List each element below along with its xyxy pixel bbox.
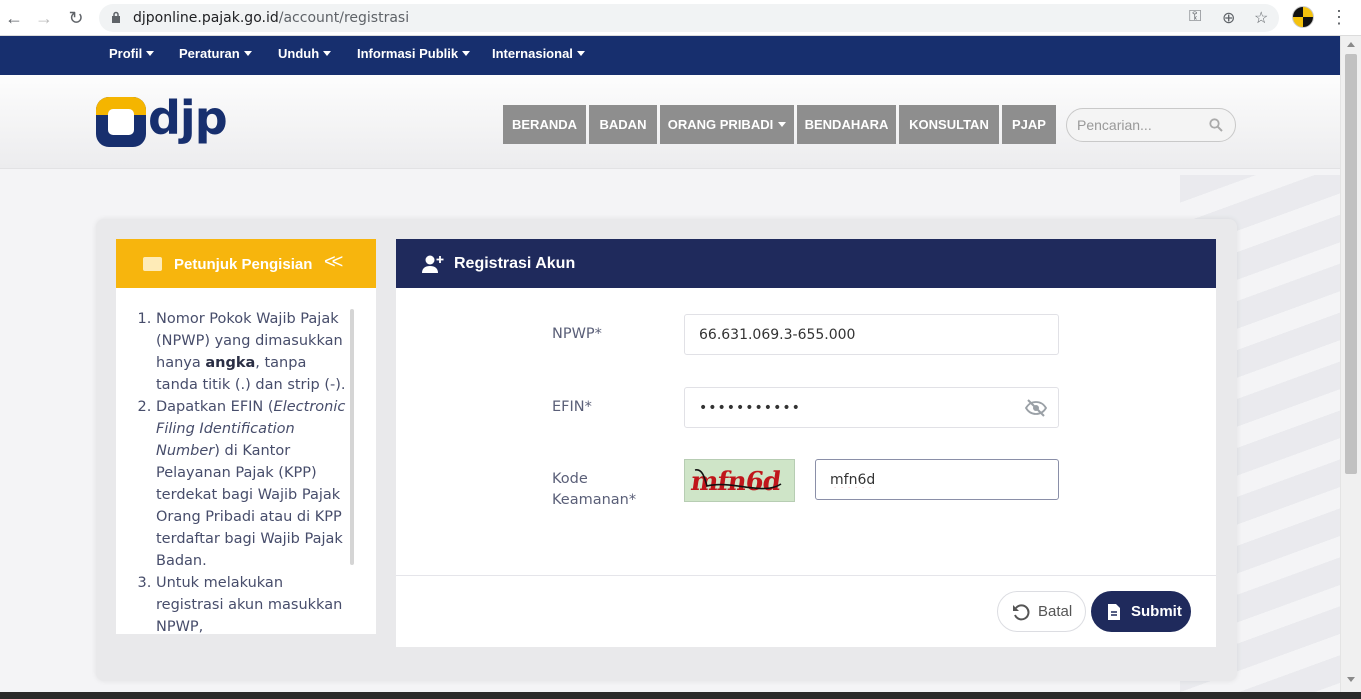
search-input[interactable]	[1077, 115, 1202, 135]
search-icon[interactable]	[1209, 118, 1223, 132]
menu-beranda[interactable]: BERANDA	[503, 105, 586, 144]
eye-slash-icon[interactable]	[1025, 399, 1047, 417]
top-navigation: Profil Peraturan Unduh Informasi Publik …	[0, 36, 1340, 75]
npwp-field	[684, 314, 1059, 355]
lock-icon	[112, 11, 120, 23]
kode-label-line-1: Kode	[552, 471, 588, 487]
search-box	[1066, 108, 1236, 142]
menu-bendahara[interactable]: BENDAHARA	[797, 105, 896, 144]
book-icon	[143, 257, 162, 271]
scroll-down-icon[interactable]	[1347, 677, 1355, 682]
topnav-informasi-publik[interactable]: Informasi Publik	[357, 46, 470, 61]
kode-keamanan-field	[815, 459, 1059, 500]
star-icon[interactable]: ☆	[1254, 8, 1268, 28]
document-icon	[1108, 603, 1120, 620]
efin-input[interactable]	[699, 398, 1009, 418]
menu-konsultan[interactable]: KONSULTAN	[899, 105, 999, 144]
page-scrollbar[interactable]	[1340, 36, 1361, 692]
key-icon[interactable]: ⚿	[1189, 8, 1201, 26]
submit-button[interactable]: Submit	[1091, 591, 1191, 632]
guide-header: Petunjuk Pengisian <<	[116, 239, 376, 288]
npwp-label: NPWP*	[552, 326, 602, 342]
batal-button[interactable]: Batal	[997, 591, 1086, 632]
guide-instructions: Nomor Pokok Wajib Pajak (NPWP) yang dima…	[134, 308, 352, 638]
registration-form: Registrasi Akun NPWP* EFIN* Kode Keamanan…	[396, 239, 1216, 647]
kode-label-line-2: Keamanan*	[552, 492, 637, 508]
menu-pjap[interactable]: PJAP	[1002, 105, 1056, 144]
menu-badan[interactable]: BADAN	[589, 105, 657, 144]
guide-item-3: Untuk melakukan registrasi akun masukkan…	[156, 572, 352, 638]
djp-logo-mark	[96, 97, 146, 147]
topnav-peraturan[interactable]: Peraturan	[179, 46, 252, 61]
submit-label: Submit	[1131, 603, 1182, 620]
forward-icon[interactable]: →	[34, 8, 54, 28]
site-header: djp BERANDA BADAN ORANG PRIBADI BENDAHAR…	[0, 75, 1340, 169]
form-title: Registrasi Akun	[454, 255, 576, 272]
undo-icon	[1013, 603, 1030, 620]
form-divider	[396, 575, 1216, 576]
taskbar	[0, 692, 1361, 699]
djp-logo[interactable]: djp	[96, 91, 228, 149]
guide-item-1-bold: angka	[205, 355, 256, 371]
kode-keamanan-label: Kode Keamanan*	[552, 469, 636, 511]
guide-item-2-text-a: Dapatkan EFIN (	[156, 399, 274, 415]
url-text: djponline.pajak.go.id/account/registrasi	[133, 10, 410, 26]
address-bar[interactable]: djponline.pajak.go.id/account/registrasi…	[99, 4, 1279, 32]
menu-orang-pribadi-label: ORANG PRIBADI	[667, 117, 774, 132]
menu-icon[interactable]: ⋮	[1330, 7, 1348, 28]
djp-logo-text: djp	[148, 91, 228, 145]
efin-field	[684, 387, 1059, 428]
add-user-icon	[422, 255, 444, 273]
back-icon[interactable]: ←	[4, 8, 24, 28]
add-icon[interactable]: ⊕	[1222, 8, 1235, 28]
guide-item-1: Nomor Pokok Wajib Pajak (NPWP) yang dima…	[156, 308, 352, 396]
profile-avatar[interactable]	[1292, 6, 1314, 28]
browser-toolbar: ← → ↻ djponline.pajak.go.id/account/regi…	[0, 0, 1361, 36]
guide-item-2: Dapatkan EFIN (Electronic Filing Identif…	[156, 396, 352, 572]
kode-keamanan-input[interactable]	[830, 470, 1040, 490]
captcha-noise	[694, 469, 782, 490]
topnav-internasional[interactable]: Internasional	[492, 46, 585, 61]
scrollbar-thumb[interactable]	[1345, 54, 1357, 474]
guide-title: Petunjuk Pengisian	[174, 256, 313, 273]
topnav-profil[interactable]: Profil	[109, 46, 154, 61]
collapse-icon[interactable]: <<	[324, 251, 343, 274]
menu-orang-pribadi[interactable]: ORANG PRIBADI	[660, 105, 794, 144]
form-header: Registrasi Akun	[396, 239, 1216, 288]
reload-icon[interactable]: ↻	[66, 8, 86, 28]
captcha-image: mfn6d	[684, 459, 795, 502]
guide-scrollbar[interactable]	[350, 309, 354, 565]
efin-label: EFIN*	[552, 399, 592, 415]
npwp-input[interactable]	[699, 325, 1019, 345]
scroll-up-icon[interactable]	[1347, 42, 1355, 47]
guide-item-2-text-c: ) di Kantor Pelayanan Pajak (KPP) terdek…	[156, 443, 343, 569]
batal-label: Batal	[1038, 603, 1073, 620]
guide-panel: Petunjuk Pengisian << Nomor Pokok Wajib …	[116, 239, 376, 635]
topnav-unduh[interactable]: Unduh	[278, 46, 331, 61]
